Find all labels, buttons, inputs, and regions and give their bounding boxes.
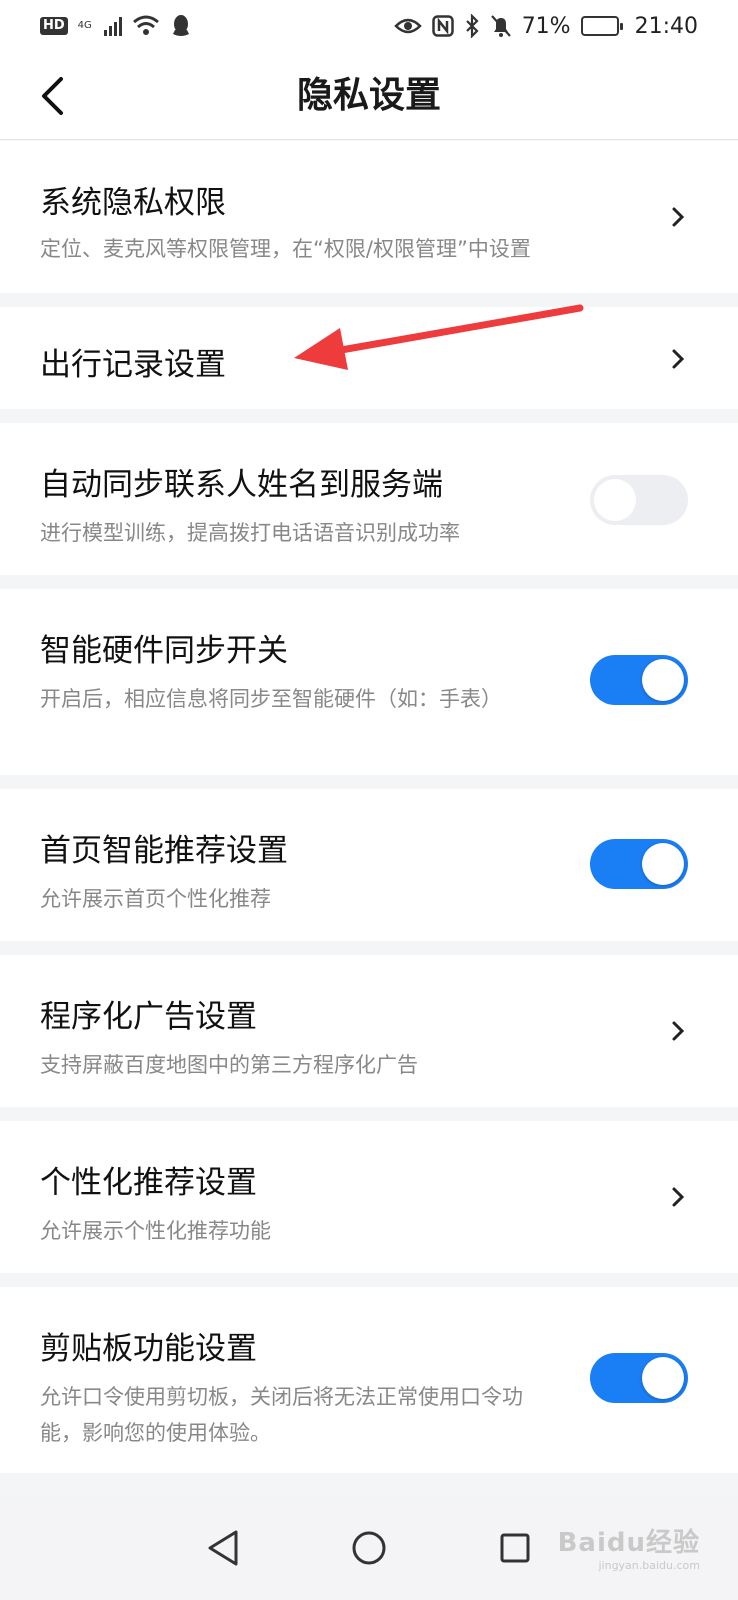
setting-title: 个性化推荐设置 [40,1165,257,1201]
chevron-right-icon [672,349,685,369]
status-bar: HD 4G 71% 21:40 [0,0,738,52]
nav-recents-button[interactable] [485,1518,545,1578]
setting-desc: 允许口令使用剪切板，关闭后将无法正常使用口令功能，影响您的使用体验。 [40,1385,523,1445]
status-right: 71% 21:40 [393,13,698,39]
sync-contacts-toggle[interactable] [590,475,688,525]
circle-home-icon [352,1531,386,1565]
chevron-right-icon [672,1187,685,1207]
signal-icon [103,16,122,36]
setting-desc: 允许展示首页个性化推荐 [40,887,271,911]
setting-row-clipboard: 剪贴板功能设置 允许口令使用剪切板，关闭后将无法正常使用口令功能，影响您的使用体… [0,1287,738,1473]
header-bar: 隐私设置 [0,52,738,140]
mute-bell-icon [490,15,511,37]
setting-row-sync-contacts: 自动同步联系人姓名到服务端 进行模型训练，提高拨打电话语音识别成功率 [0,423,738,575]
watermark-sub: jingyan.baidu.com [598,1559,700,1572]
setting-desc: 支持屏蔽百度地图中的第三方程序化广告 [40,1053,418,1077]
setting-title: 自动同步联系人姓名到服务端 [40,467,443,503]
setting-title: 程序化广告设置 [40,999,257,1035]
setting-row-smart-hardware: 智能硬件同步开关 开启后，相应信息将同步至智能硬件（如：手表） [0,589,738,775]
setting-title: 系统隐私权限 [40,185,226,221]
clock: 21:40 [634,13,698,39]
home-recommend-toggle[interactable] [590,839,688,889]
clipboard-toggle[interactable] [590,1353,688,1403]
setting-title: 出行记录设置 [40,347,226,383]
annotation-arrow-icon [294,304,584,370]
hd-badge: HD [40,17,68,35]
setting-row-system-privacy[interactable]: 系统隐私权限 定位、麦克风等权限管理，在“权限/权限管理”中设置 [0,141,738,293]
square-recents-icon [500,1533,530,1563]
back-arrow-icon [42,77,63,115]
setting-title: 剪贴板功能设置 [40,1331,257,1367]
battery-icon [580,16,623,36]
qq-icon [172,15,189,36]
setting-desc: 进行模型训练，提高拨打电话语音识别成功率 [40,521,460,545]
back-button[interactable] [28,70,76,122]
setting-row-personalized[interactable]: 个性化推荐设置 允许展示个性化推荐功能 [0,1121,738,1273]
status-left: HD 4G [40,14,192,38]
setting-row-programmatic-ads[interactable]: 程序化广告设置 支持屏蔽百度地图中的第三方程序化广告 [0,955,738,1107]
chevron-right-icon [672,207,685,227]
nav-home-button[interactable] [339,1518,399,1578]
nfc-icon [431,15,454,37]
setting-row-home-recommend: 首页智能推荐设置 允许展示首页个性化推荐 [0,789,738,941]
wifi-icon [132,15,159,35]
bluetooth-icon [465,14,479,38]
chevron-right-icon [672,1021,685,1041]
smart-hardware-toggle[interactable] [590,655,688,705]
setting-desc: 开启后，相应信息将同步至智能硬件（如：手表） [40,687,502,711]
eye-icon [393,18,422,34]
battery-percent: 71% [521,13,571,39]
triangle-back-icon [208,1530,238,1566]
page-title: 隐私设置 [296,75,441,116]
watermark-text: Baidu经验 [557,1528,700,1558]
setting-desc: 允许展示个性化推荐功能 [40,1219,271,1243]
baidu-watermark: Baidu经验 jingyan.baidu.com [558,1522,700,1572]
network-type: 4G [77,20,92,31]
setting-title: 智能硬件同步开关 [40,633,288,669]
setting-title: 首页智能推荐设置 [40,833,288,869]
nav-back-button[interactable] [193,1518,253,1578]
setting-desc: 定位、麦克风等权限管理，在“权限/权限管理”中设置 [40,237,531,261]
